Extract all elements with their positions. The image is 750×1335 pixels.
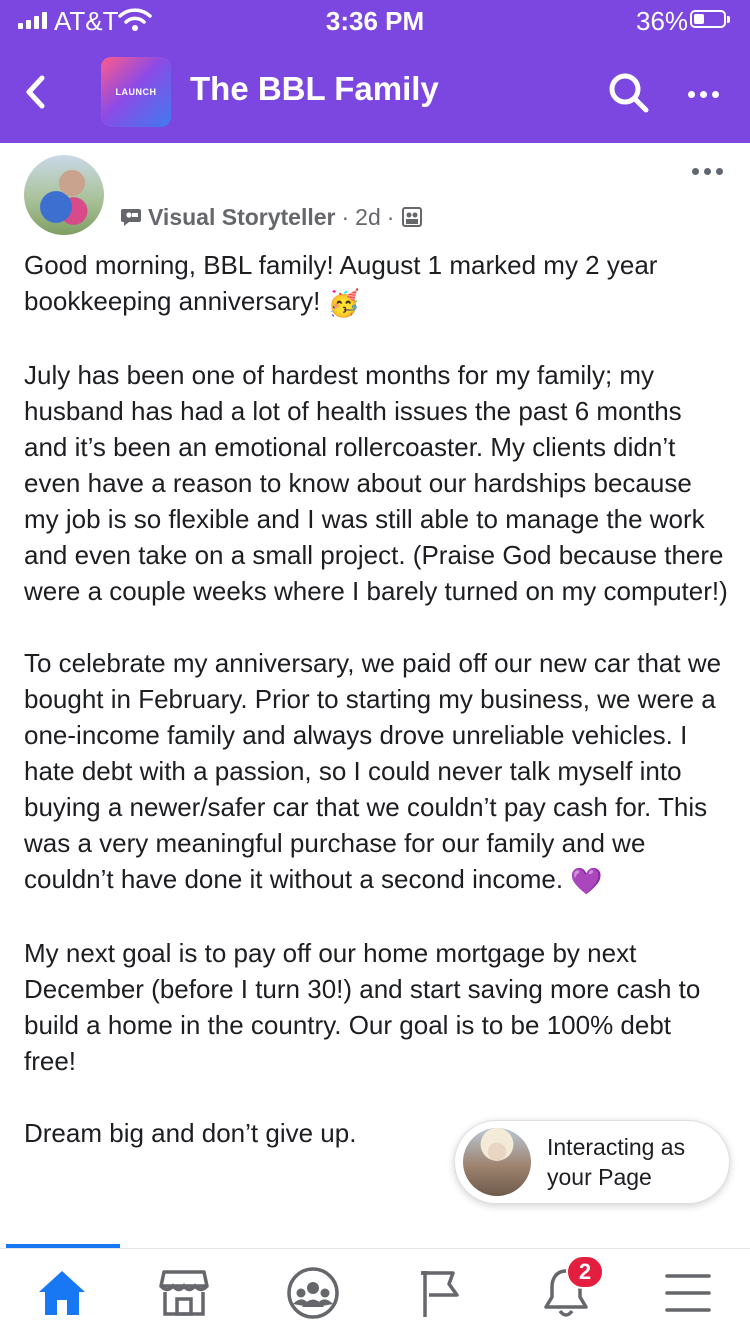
group-title[interactable]: The BBL Family: [190, 70, 439, 108]
post-paragraph: My next goal is to pay off our home mort…: [24, 938, 701, 1077]
flag-icon: [421, 1271, 459, 1317]
battery-icon: [690, 10, 730, 28]
group-nav-bar: LAUNCH The BBL Family: [0, 44, 750, 143]
interacting-label: Interacting as your Page: [547, 1134, 686, 1190]
tab-groups[interactable]: [283, 1263, 343, 1323]
groups-icon: [287, 1267, 339, 1319]
more-dot: [692, 168, 699, 175]
more-dot: [688, 90, 695, 98]
status-bar: AT&T 3:36 PM 36%: [0, 0, 750, 40]
more-options-button[interactable]: [688, 74, 734, 114]
post-paragraph: Good morning, BBL family! August 1 marke…: [24, 247, 730, 321]
menu-icon: [665, 1274, 711, 1312]
back-button[interactable]: [22, 66, 62, 118]
marketplace-icon: [159, 1270, 209, 1316]
search-icon: [609, 73, 649, 113]
battery-percent: 36%: [636, 6, 689, 36]
author-avatar[interactable]: [24, 155, 104, 235]
battery-fill: [694, 14, 705, 24]
partying-face-emoji: 🥳: [327, 288, 360, 319]
author-role-badge[interactable]: Visual Storyteller: [148, 204, 336, 231]
bottom-tab-bar: [0, 1248, 750, 1335]
more-dot: [704, 168, 711, 175]
tab-marketplace[interactable]: [154, 1263, 214, 1323]
tab-menu[interactable]: [658, 1263, 718, 1323]
logo-text: LAUNCH: [115, 87, 157, 97]
more-dot: [716, 168, 723, 175]
group-audience-icon: [402, 207, 423, 227]
notification-count-badge[interactable]: 2: [566, 1255, 604, 1289]
page-avatar: [463, 1128, 531, 1196]
more-dot: [700, 90, 707, 98]
post-paragraph: To celebrate my anniversary, we paid off…: [24, 645, 730, 899]
post-meta: Visual Storyteller · 2d ·: [120, 202, 423, 232]
top-bar: AT&T 3:36 PM 36% LAUNCH The BBL Family: [0, 0, 750, 143]
home-icon: [39, 1271, 85, 1315]
search-button[interactable]: [606, 70, 652, 116]
chevron-left-icon: [26, 75, 45, 109]
post-options-button[interactable]: [692, 168, 723, 175]
paragraph-text: To celebrate my anniversary, we paid off…: [24, 648, 722, 895]
post-body: Good morning, BBL family! August 1 marke…: [24, 247, 730, 1187]
post-paragraph: July has been one of hardest months for …: [24, 360, 728, 607]
more-dot: [712, 90, 719, 98]
separator-dot: ·: [341, 203, 350, 230]
tab-home[interactable]: [32, 1263, 92, 1323]
tab-pages[interactable]: [410, 1263, 470, 1323]
group-logo[interactable]: LAUNCH: [101, 57, 171, 127]
purple-heart-emoji: 💜: [570, 866, 603, 897]
storyteller-badge-icon: [121, 209, 141, 226]
post-timestamp[interactable]: 2d: [355, 204, 381, 231]
separator-dot: ·: [386, 203, 395, 230]
interacting-as-page-pill[interactable]: Interacting as your Page: [454, 1120, 730, 1204]
